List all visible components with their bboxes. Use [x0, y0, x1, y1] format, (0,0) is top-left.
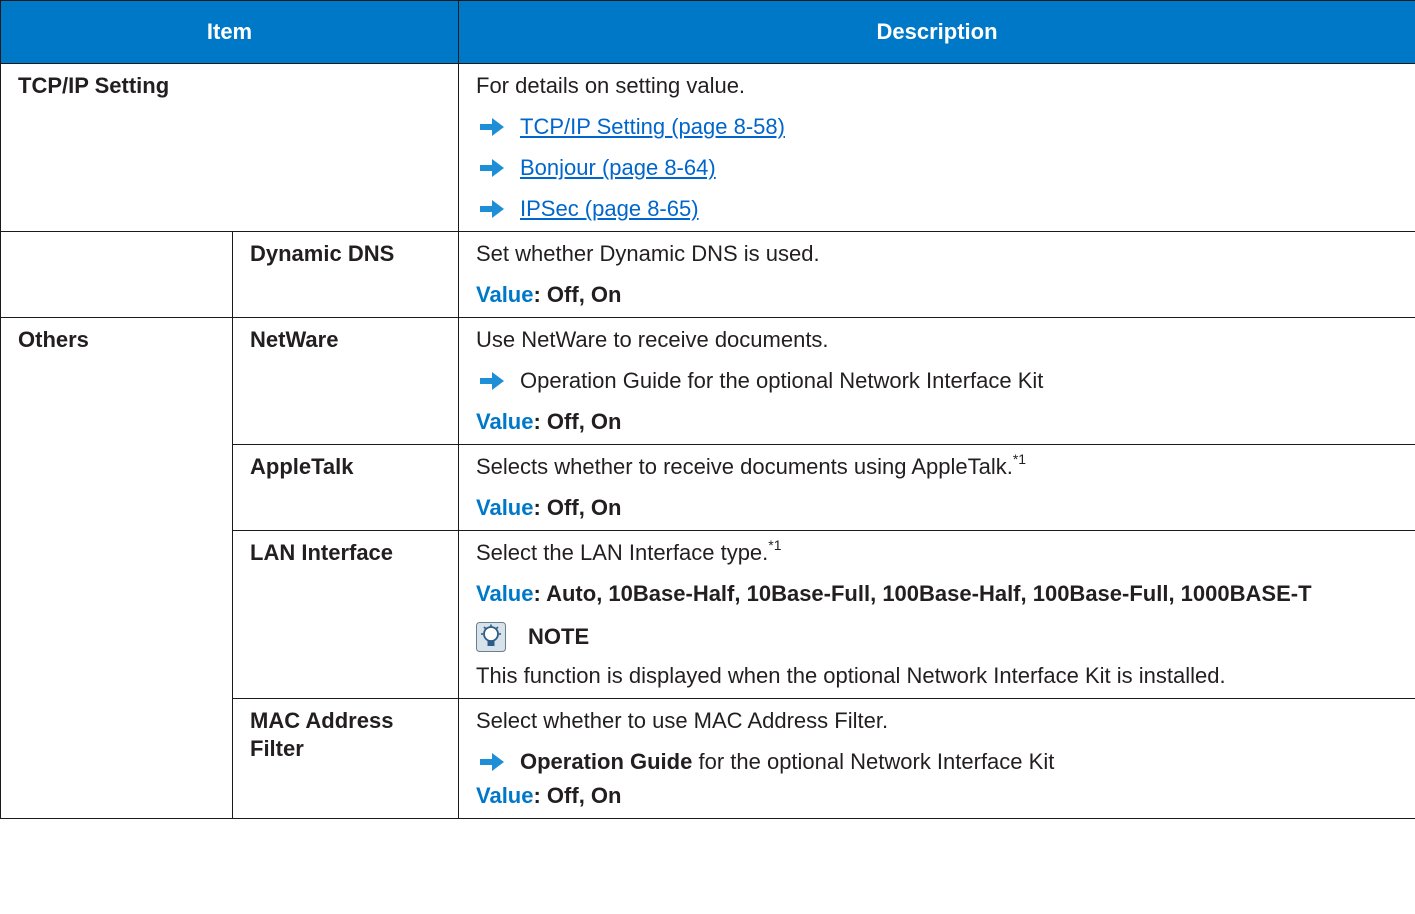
dynamic-dns-text: Set whether Dynamic DNS is used.	[476, 241, 820, 266]
value-label: Value	[476, 282, 534, 307]
netware-text: Use NetWare to receive documents.	[476, 327, 829, 352]
ipsec-link[interactable]: IPSec (page 8-65)	[520, 195, 699, 223]
netware-label: NetWare	[232, 317, 459, 445]
mac-address-filter-description: Select whether to use MAC Address Filter…	[458, 698, 1415, 819]
mac-filter-reference-bold: Operation Guide	[520, 749, 693, 774]
value-line: Value: Off, On	[476, 494, 1401, 522]
appletalk-label: AppleTalk	[232, 444, 459, 531]
mac-filter-reference-rest: for the optional Network Interface Kit	[692, 749, 1055, 774]
right-arrow-icon	[479, 158, 505, 178]
tcpip-setting-link[interactable]: TCP/IP Setting (page 8-58)	[520, 113, 785, 141]
reference-item: IPSec (page 8-65)	[476, 195, 1401, 223]
mac-address-filter-label: MAC Address Filter	[232, 698, 459, 819]
value-line: Value: Off, On	[476, 281, 1401, 309]
value-line: Value: Auto, 10Base-Half, 10Base-Full, 1…	[476, 580, 1401, 608]
appletalk-text-line: Selects whether to receive documents usi…	[476, 450, 1401, 481]
right-arrow-icon	[479, 371, 505, 391]
empty-cell	[0, 231, 233, 318]
bonjour-link[interactable]: Bonjour (page 8-64)	[520, 154, 716, 182]
lan-interface-text: Select the LAN Interface type.	[476, 540, 769, 565]
value-options: : Off, On	[533, 409, 622, 434]
description-column-header: Description	[458, 0, 1415, 64]
settings-table: Item Description TCP/IP Setting For deta…	[0, 0, 1415, 819]
reference-item: Bonjour (page 8-64)	[476, 154, 1401, 182]
right-arrow-icon	[479, 752, 505, 772]
appletalk-description: Selects whether to receive documents usi…	[458, 444, 1415, 531]
value-line: Value: Off, On	[476, 408, 1401, 436]
lan-interface-description: Select the LAN Interface type.*1 Value: …	[458, 530, 1415, 699]
netware-description: Use NetWare to receive documents. Operat…	[458, 317, 1415, 445]
tcpip-setting-label: TCP/IP Setting	[0, 63, 459, 232]
lan-interface-label: LAN Interface	[232, 530, 459, 699]
item-column-header: Item	[0, 0, 459, 64]
lightbulb-note-icon	[476, 622, 506, 652]
lan-interface-text-line: Select the LAN Interface type.*1	[476, 536, 1401, 567]
mac-filter-reference: Operation Guide for the optional Network…	[520, 748, 1054, 776]
table-header-row: Item Description	[0, 0, 1415, 64]
note-heading: NOTE	[476, 622, 1401, 652]
mac-filter-text: Select whether to use MAC Address Filter…	[476, 708, 889, 733]
value-options: : Off, On	[533, 282, 622, 307]
value-label: Value	[476, 783, 534, 808]
appletalk-text: Selects whether to receive documents usi…	[476, 454, 1013, 479]
reference-item: TCP/IP Setting (page 8-58)	[476, 113, 1401, 141]
tcpip-intro-text: For details on setting value.	[476, 73, 746, 98]
value-label: Value	[476, 495, 534, 520]
note-title: NOTE	[528, 624, 590, 649]
value-options: : Off, On	[533, 495, 622, 520]
right-arrow-icon	[479, 117, 505, 137]
value-options: : Auto, 10Base-Half, 10Base-Full, 100Bas…	[533, 581, 1312, 606]
others-label: Others	[0, 317, 233, 819]
reference-item: Operation Guide for the optional Network…	[476, 367, 1401, 395]
value-label: Value	[476, 581, 534, 606]
table-row: Dynamic DNS Set whether Dynamic DNS is u…	[0, 231, 1415, 318]
table-row: Others NetWare Use NetWare to receive do…	[0, 317, 1415, 819]
footnote-marker: *1	[768, 536, 782, 553]
value-line: Value: Off, On	[476, 782, 1401, 810]
right-arrow-icon	[479, 199, 505, 219]
note-text: This function is displayed when the opti…	[476, 663, 1226, 688]
netware-reference-text: Operation Guide for the optional Network…	[520, 368, 1044, 393]
dynamic-dns-description: Set whether Dynamic DNS is used. Value: …	[458, 231, 1415, 318]
settings-page: Item Description TCP/IP Setting For deta…	[0, 0, 1415, 914]
value-options: : Off, On	[533, 783, 622, 808]
value-label: Value	[476, 409, 534, 434]
dynamic-dns-label: Dynamic DNS	[232, 231, 459, 318]
tcpip-setting-description: For details on setting value. TCP/IP Set…	[458, 63, 1415, 232]
table-row: TCP/IP Setting For details on setting va…	[0, 63, 1415, 232]
footnote-marker: *1	[1012, 450, 1027, 467]
reference-item: Operation Guide for the optional Network…	[476, 748, 1401, 776]
